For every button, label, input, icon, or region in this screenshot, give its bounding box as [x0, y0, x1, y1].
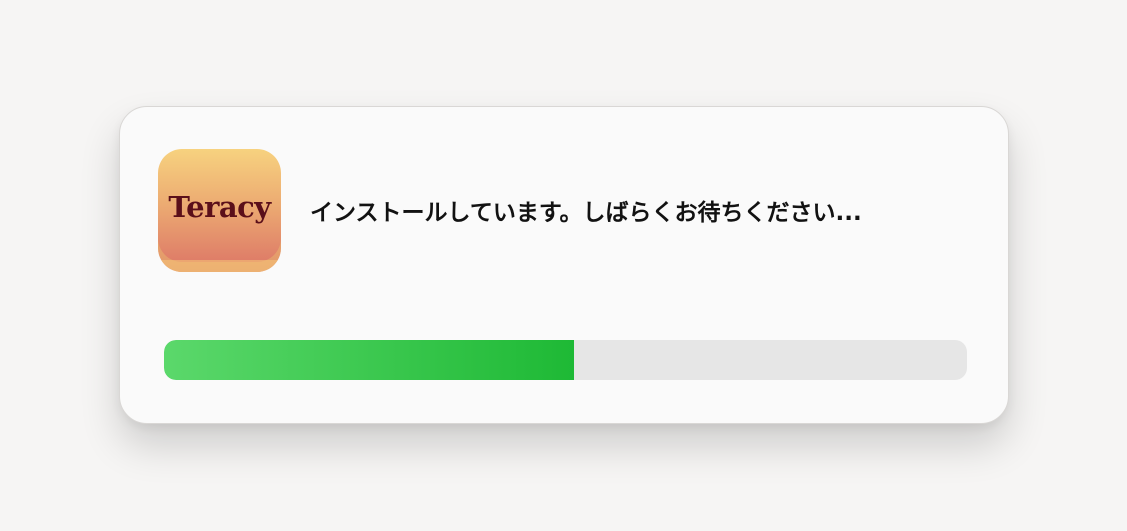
install-progress-bar — [164, 340, 967, 380]
install-progress-fill — [164, 340, 574, 380]
install-dialog: Teracy インストールしています。しばらくお待ちください... — [119, 106, 1009, 424]
install-status-text: インストールしています。しばらくお待ちください... — [310, 200, 862, 226]
teracy-app-icon: Teracy — [158, 149, 281, 272]
app-icon-label: Teracy — [168, 190, 271, 224]
